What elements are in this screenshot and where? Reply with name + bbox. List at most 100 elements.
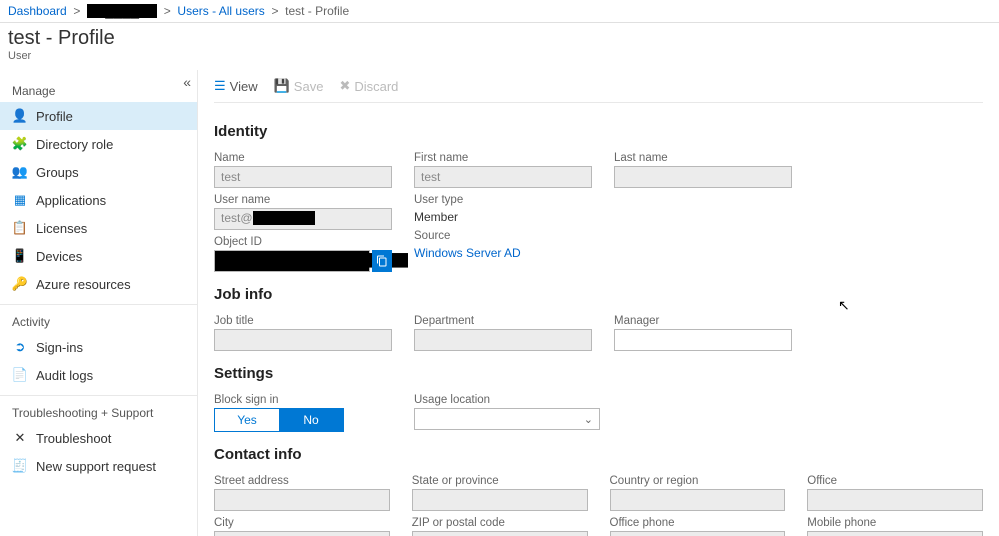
breadcrumb-current: test - Profile <box>285 4 349 18</box>
label-country: Country or region <box>610 475 786 487</box>
page-subtitle: User <box>8 50 991 62</box>
sidebar-section-support: Troubleshooting + Support <box>0 395 197 424</box>
page-header: test - Profile User <box>0 23 999 70</box>
section-identity: Identity <box>214 123 983 140</box>
office-input <box>807 489 983 511</box>
discard-button[interactable]: ✖ Discard <box>339 78 398 94</box>
officephone-input <box>610 531 786 536</box>
jobtitle-input <box>214 329 392 351</box>
label-lastname: Last name <box>614 152 792 164</box>
label-office: Office <box>807 475 983 487</box>
sidebar-item-licenses[interactable]: 📋 Licenses <box>0 214 197 242</box>
key-icon: 🔑 <box>12 276 28 292</box>
lastname-input <box>614 166 792 188</box>
firstname-input <box>414 166 592 188</box>
label-usage-location: Usage location <box>414 394 600 406</box>
save-icon: 💾 <box>274 78 290 94</box>
support-icon: 🧾 <box>12 458 28 474</box>
label-block-signin: Block sign in <box>214 394 392 406</box>
sidebar-item-label: Azure resources <box>36 277 131 292</box>
label-zip: ZIP or postal code <box>412 517 588 529</box>
usage-location-select[interactable]: ⌄ <box>414 408 600 430</box>
sidebar-section-activity: Activity <box>0 304 197 333</box>
save-label: Save <box>294 79 324 94</box>
label-firstname: First name <box>414 152 592 164</box>
sidebar-item-audit-logs[interactable]: 📄 Audit logs <box>0 361 197 389</box>
breadcrumb-dashboard[interactable]: Dashboard <box>8 4 67 18</box>
name-input <box>214 166 392 188</box>
collapse-sidebar-icon[interactable]: « <box>183 74 191 90</box>
list-icon: ☰ <box>214 78 226 94</box>
label-username: User name <box>214 194 392 206</box>
view-button[interactable]: ☰ View <box>214 78 258 94</box>
label-street: Street address <box>214 475 390 487</box>
objectid-value: ██████████████████████ <box>214 250 370 272</box>
section-jobinfo: Job info <box>214 286 983 303</box>
sidebar-item-groups[interactable]: 👥 Groups <box>0 158 197 186</box>
username-input: test@x <box>214 208 392 230</box>
sidebar-item-label: Troubleshoot <box>36 431 111 446</box>
apps-icon: ▦ <box>12 192 28 208</box>
sidebar-item-devices[interactable]: 📱 Devices <box>0 242 197 270</box>
devices-icon: 📱 <box>12 248 28 264</box>
city-input <box>214 531 390 536</box>
sidebar: « Manage 👤 Profile 🧩 Directory role 👥 Gr… <box>0 70 198 536</box>
sidebar-item-label: Devices <box>36 249 82 264</box>
label-state: State or province <box>412 475 588 487</box>
block-signin-toggle[interactable]: Yes No <box>214 408 344 432</box>
copy-objectid-button[interactable] <box>372 250 392 272</box>
sidebar-item-label: Applications <box>36 193 106 208</box>
audit-icon: 📄 <box>12 367 28 383</box>
label-source: Source <box>414 230 592 242</box>
label-jobtitle: Job title <box>214 315 392 327</box>
toolbar: ☰ View 💾 Save ✖ Discard <box>214 70 983 103</box>
sidebar-item-applications[interactable]: ▦ Applications <box>0 186 197 214</box>
user-icon: 👤 <box>12 108 28 124</box>
country-input <box>610 489 786 511</box>
sidebar-item-label: Licenses <box>36 221 87 236</box>
save-button[interactable]: 💾 Save <box>274 78 324 94</box>
label-manager: Manager <box>614 315 792 327</box>
sidebar-item-label: Audit logs <box>36 368 93 383</box>
sidebar-item-profile[interactable]: 👤 Profile <box>0 102 197 130</box>
main-content: ☰ View 💾 Save ✖ Discard Identity Name Us… <box>198 70 999 536</box>
toggle-no[interactable]: No <box>279 409 343 431</box>
breadcrumb-redacted[interactable]: ████ <box>87 4 157 18</box>
usertype-value: Member <box>414 208 592 224</box>
tools-icon: ✕ <box>12 430 28 446</box>
breadcrumb-users[interactable]: Users - All users <box>177 4 264 18</box>
sidebar-item-directory-role[interactable]: 🧩 Directory role <box>0 130 197 158</box>
manager-input[interactable] <box>614 329 792 351</box>
state-input <box>412 489 588 511</box>
discard-label: Discard <box>354 79 398 94</box>
role-icon: 🧩 <box>12 136 28 152</box>
page-title: test - Profile <box>8 27 991 50</box>
label-department: Department <box>414 315 592 327</box>
sidebar-item-label: Sign-ins <box>36 340 83 355</box>
chevron-down-icon: ⌄ <box>584 413 593 426</box>
sidebar-item-label: Directory role <box>36 137 113 152</box>
groups-icon: 👥 <box>12 164 28 180</box>
sidebar-item-troubleshoot[interactable]: ✕ Troubleshoot <box>0 424 197 452</box>
section-settings: Settings <box>214 365 983 382</box>
label-usertype: User type <box>414 194 592 206</box>
mobile-input <box>807 531 983 536</box>
sidebar-item-label: Profile <box>36 109 73 124</box>
sidebar-item-new-support-request[interactable]: 🧾 New support request <box>0 452 197 480</box>
sidebar-item-sign-ins[interactable]: ➲ Sign-ins <box>0 333 197 361</box>
toggle-yes[interactable]: Yes <box>215 409 279 431</box>
licenses-icon: 📋 <box>12 220 28 236</box>
label-officephone: Office phone <box>610 517 786 529</box>
sidebar-item-azure-resources[interactable]: 🔑 Azure resources <box>0 270 197 298</box>
label-mobile: Mobile phone <box>807 517 983 529</box>
street-input <box>214 489 390 511</box>
sidebar-section-manage: Manage <box>0 74 197 102</box>
sidebar-item-label: Groups <box>36 165 79 180</box>
breadcrumb: Dashboard > ████ > Users - All users > t… <box>0 0 999 23</box>
discard-icon: ✖ <box>339 78 350 94</box>
section-contact: Contact info <box>214 446 983 463</box>
view-label: View <box>230 79 258 94</box>
label-city: City <box>214 517 390 529</box>
sidebar-item-label: New support request <box>36 459 156 474</box>
source-link[interactable]: Windows Server AD <box>414 244 592 260</box>
